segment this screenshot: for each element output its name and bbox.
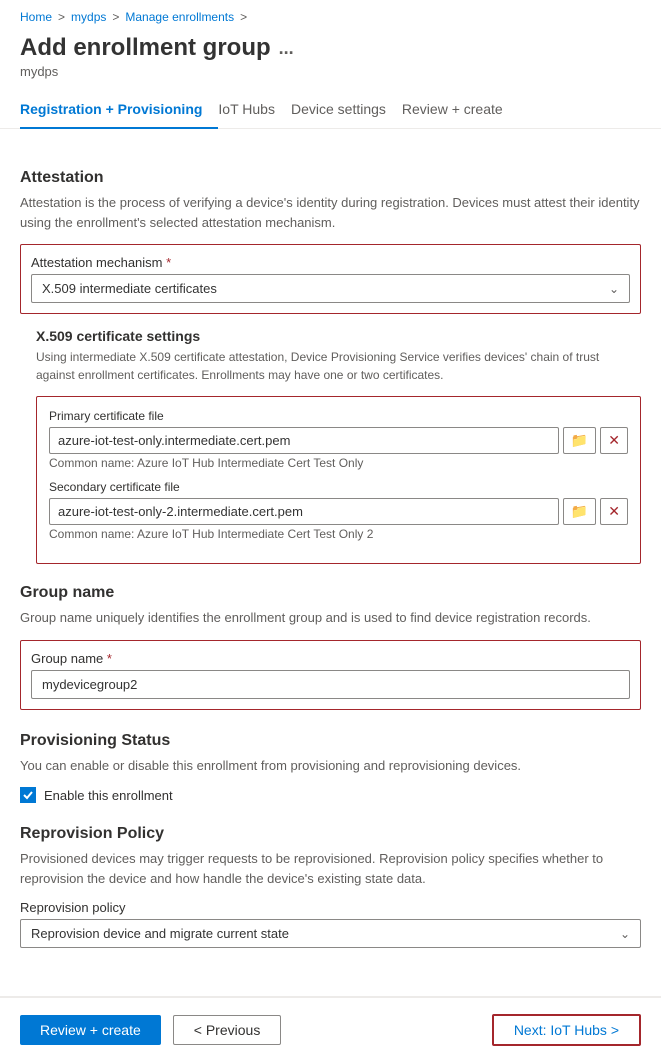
- page-subtitle: mydps: [0, 64, 661, 91]
- cert-settings-block: X.509 certificate settings Using interme…: [36, 328, 641, 564]
- tabs-bar: Registration + Provisioning IoT Hubs Dev…: [0, 91, 661, 129]
- primary-cert-common-name: Common name: Azure IoT Hub Intermediate …: [49, 456, 628, 470]
- tab-registration[interactable]: Registration + Provisioning: [20, 91, 218, 129]
- mechanism-label: Attestation mechanism *: [31, 255, 630, 270]
- provisioning-status-section: Provisioning Status You can enable or di…: [20, 732, 641, 804]
- group-name-title: Group name: [20, 584, 641, 602]
- page-title: Add enrollment group: [20, 34, 271, 62]
- reprovision-title: Reprovision Policy: [20, 825, 641, 843]
- enable-enrollment-checkbox[interactable]: [20, 787, 36, 803]
- breadcrumb-sep1: >: [58, 10, 65, 24]
- breadcrumb-sep2: >: [112, 10, 119, 24]
- group-name-desc: Group name uniquely identifies the enrol…: [20, 608, 641, 628]
- reprovision-select[interactable]: Reprovision device and migrate current s…: [21, 920, 640, 947]
- secondary-cert-row: 📁 ✕: [49, 498, 628, 525]
- check-icon: [22, 789, 34, 801]
- tab-iothubs[interactable]: IoT Hubs: [218, 91, 291, 129]
- breadcrumb-manage[interactable]: Manage enrollments: [125, 10, 234, 24]
- reprovision-desc: Provisioned devices may trigger requests…: [20, 849, 641, 888]
- cert-files-box: Primary certificate file 📁 ✕ Common name…: [36, 396, 641, 564]
- review-create-button[interactable]: Review + create: [20, 1015, 161, 1045]
- page-title-row: Add enrollment group ...: [0, 30, 661, 64]
- primary-cert-input[interactable]: [49, 427, 559, 454]
- secondary-cert-label: Secondary certificate file: [49, 480, 628, 494]
- attestation-section: Attestation Attestation is the process o…: [20, 169, 641, 564]
- primary-cert-folder-button[interactable]: 📁: [563, 427, 596, 454]
- reprovision-select-wrapper[interactable]: Reprovision device and migrate current s…: [20, 919, 641, 948]
- main-content: Attestation Attestation is the process o…: [0, 129, 661, 968]
- group-name-box: Group name *: [20, 640, 641, 710]
- enable-enrollment-row: Enable this enrollment: [20, 787, 641, 803]
- more-options-button[interactable]: ...: [279, 38, 294, 59]
- provisioning-status-desc: You can enable or disable this enrollmen…: [20, 756, 641, 776]
- secondary-cert-input[interactable]: [49, 498, 559, 525]
- secondary-cert-common-name: Common name: Azure IoT Hub Intermediate …: [49, 527, 628, 541]
- breadcrumb: Home > mydps > Manage enrollments >: [0, 0, 661, 30]
- folder-icon: 📁: [571, 432, 588, 449]
- group-name-section: Group name Group name uniquely identifie…: [20, 584, 641, 710]
- attestation-desc: Attestation is the process of verifying …: [20, 193, 641, 232]
- attestation-mechanism-box: Attestation mechanism * X.509 intermedia…: [20, 244, 641, 314]
- breadcrumb-sep3: >: [240, 10, 247, 24]
- mechanism-select-wrapper[interactable]: X.509 intermediate certificates ⌄: [31, 274, 630, 303]
- breadcrumb-mydps[interactable]: mydps: [71, 10, 106, 24]
- breadcrumb-home[interactable]: Home: [20, 10, 52, 24]
- footer: Review + create < Previous Next: IoT Hub…: [0, 997, 661, 1062]
- primary-cert-label: Primary certificate file: [49, 409, 628, 423]
- reprovision-section: Reprovision Policy Provisioned devices m…: [20, 825, 641, 948]
- secondary-cert-folder-button[interactable]: 📁: [563, 498, 596, 525]
- primary-cert-remove-button[interactable]: ✕: [600, 427, 628, 454]
- next-button[interactable]: Next: IoT Hubs >: [492, 1014, 641, 1046]
- cert-settings-title: X.509 certificate settings: [36, 328, 641, 344]
- reprovision-policy-label: Reprovision policy: [20, 900, 641, 915]
- tab-devicesettings[interactable]: Device settings: [291, 91, 402, 129]
- enable-enrollment-label[interactable]: Enable this enrollment: [44, 788, 173, 803]
- secondary-cert-remove-button[interactable]: ✕: [600, 498, 628, 525]
- folder-icon: 📁: [571, 503, 588, 520]
- provisioning-status-title: Provisioning Status: [20, 732, 641, 750]
- group-name-required: *: [107, 651, 112, 666]
- attestation-title: Attestation: [20, 169, 641, 187]
- primary-cert-row: 📁 ✕: [49, 427, 628, 454]
- close-icon: ✕: [608, 432, 620, 449]
- tab-reviewcreate[interactable]: Review + create: [402, 91, 519, 129]
- group-name-label: Group name *: [31, 651, 630, 666]
- previous-button[interactable]: < Previous: [173, 1015, 282, 1045]
- group-name-input[interactable]: [31, 670, 630, 699]
- cert-settings-desc: Using intermediate X.509 certificate att…: [36, 348, 641, 384]
- close-icon: ✕: [608, 503, 620, 520]
- mechanism-required: *: [166, 255, 171, 270]
- mechanism-select[interactable]: X.509 intermediate certificates: [32, 275, 629, 302]
